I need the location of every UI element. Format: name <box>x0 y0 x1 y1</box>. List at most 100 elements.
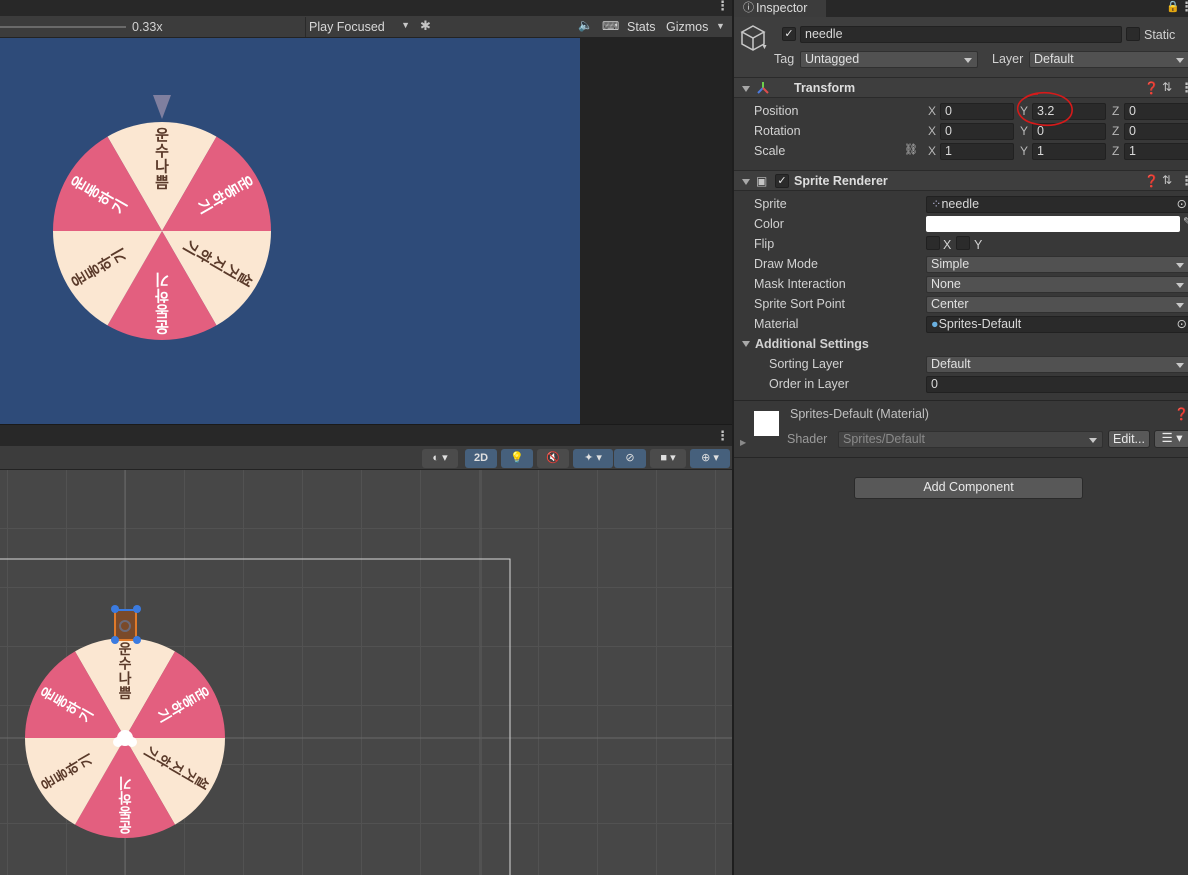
object-picker-icon[interactable]: ⊙ <box>1177 197 1187 212</box>
section-divider <box>734 457 1188 458</box>
scale-z-field[interactable]: 1 <box>1124 143 1188 160</box>
eyedropper-icon[interactable]: ✎ <box>1183 215 1188 228</box>
keyboard-icon[interactable]: ⌨ <box>602 19 619 33</box>
add-component-button[interactable]: Add Component <box>854 477 1083 499</box>
scene-view[interactable]: 운수나쁨운동하기설거지하기운동하기운동하기운동하기 <box>0 470 732 875</box>
fold-arrow-icon <box>742 86 750 92</box>
rotation-x-field[interactable]: 0 <box>940 123 1014 140</box>
static-checkbox[interactable] <box>1126 27 1140 41</box>
section-divider <box>734 400 1188 401</box>
gizmos-scene-button[interactable]: ⊕ ▾ <box>690 449 730 468</box>
mask-interaction-dropdown[interactable]: None <box>926 276 1188 293</box>
material-value: Sprites-Default <box>938 317 1022 331</box>
scale-y-axis[interactable]: Y <box>1020 144 1028 158</box>
scale-x-field[interactable]: 1 <box>940 143 1014 160</box>
flip-label: Flip <box>754 237 775 251</box>
help-icon[interactable]: ❓ <box>1144 174 1159 188</box>
material-fold-icon[interactable]: ▶ <box>740 438 746 447</box>
play-mode-dropdown[interactable]: Play Focused ▼ <box>305 17 413 37</box>
game-view[interactable]: 운수나쁨운동하기설거지하기운동하기운동하기운동하기 <box>0 38 580 424</box>
presets-icon[interactable]: ⇅ <box>1162 80 1172 94</box>
position-z-field[interactable]: 0 <box>1124 103 1188 120</box>
scale-y-field[interactable]: 1 <box>1032 143 1106 160</box>
sprite-value: needle <box>941 197 980 211</box>
mask-interaction-label: Mask Interaction <box>754 277 846 291</box>
draw-mode-button[interactable]: ◐ ▾ <box>422 449 458 468</box>
rotation-x-axis[interactable]: X <box>928 124 936 138</box>
lighting-button[interactable]: 💡 <box>501 449 533 468</box>
additional-settings-label[interactable]: Additional Settings <box>755 337 869 351</box>
scene-panel-menu-icon[interactable]: ⋮ <box>716 429 729 442</box>
color-swatch[interactable] <box>926 216 1180 232</box>
svg-text:나: 나 <box>119 671 132 687</box>
bug-icon[interactable]: ✱ <box>420 18 431 34</box>
game-wheel: 운수나쁨 운동하기설거지하기운동하기운동하기운동하기 <box>53 95 271 340</box>
gizmos-button[interactable]: Gizmos <box>666 20 708 34</box>
additional-settings-fold-icon[interactable] <box>742 341 750 347</box>
svg-text:동: 동 <box>118 803 131 819</box>
scene-panel-header: ⋮ <box>0 424 732 446</box>
component-menu-icon[interactable]: ⋮ <box>1180 174 1188 187</box>
toggle-2d-button[interactable]: 2D <box>465 449 497 468</box>
inspector-tab[interactable]: ⓘ Inspector <box>734 0 826 17</box>
sprite-sort-point-dropdown[interactable]: Center <box>926 296 1188 313</box>
tag-label: Tag <box>774 52 795 66</box>
position-x-field[interactable]: 0 <box>940 103 1014 120</box>
rotation-z-field[interactable]: 0 <box>1124 123 1188 140</box>
object-name-field[interactable]: needle <box>800 26 1122 43</box>
sprite-renderer-enabled-checkbox[interactable]: ✓ <box>775 174 789 188</box>
position-z-axis[interactable]: Z <box>1112 104 1119 118</box>
draw-mode-dropdown[interactable]: Simple <box>926 256 1188 273</box>
position-x-axis[interactable]: X <box>928 104 936 118</box>
tag-dropdown[interactable]: Untagged <box>800 51 978 68</box>
audio-button[interactable]: 🔇 <box>537 449 569 468</box>
flip-y-checkbox[interactable] <box>956 236 970 250</box>
sprite-renderer-header[interactable]: ▣ ✓ Sprite Renderer ❓ ⇅ ⋮ <box>734 170 1188 191</box>
shader-dropdown[interactable]: Sprites/Default <box>838 431 1103 448</box>
fold-arrow-icon <box>742 179 750 185</box>
audio-mute-icon[interactable]: 🔈 <box>578 18 593 32</box>
help-icon[interactable]: ❓ <box>1144 81 1159 95</box>
edit-shader-button[interactable]: Edit... <box>1108 430 1150 448</box>
active-checkbox[interactable]: ✓ <box>782 27 796 41</box>
rotation-z-axis[interactable]: Z <box>1112 124 1119 138</box>
sprite-field[interactable]: ⁘needle ⊙ <box>926 196 1188 213</box>
wheel-segment-label: 운수나쁨 <box>155 126 169 191</box>
inspector-panel: ⓘ Inspector 🔒 ⋮ ▼ ✓ needle Static Tag Un… <box>732 0 1188 875</box>
order-in-layer-label: Order in Layer <box>769 377 849 391</box>
sorting-layer-dropdown[interactable]: Default <box>926 356 1188 373</box>
camera-button[interactable]: ■ ▾ <box>650 449 686 468</box>
layer-dropdown[interactable]: Default <box>1029 51 1188 68</box>
gameobject-header: ▼ ✓ needle Static Tag Untagged Layer Def… <box>734 17 1188 77</box>
material-label: Material <box>754 317 799 331</box>
scale-z-axis[interactable]: Z <box>1112 144 1119 158</box>
sprite-renderer-title: Sprite Renderer <box>794 174 888 188</box>
stats-button[interactable]: Stats <box>627 20 656 34</box>
transform-header[interactable]: Transform ❓ ⇅ ⋮ <box>734 77 1188 98</box>
presets-icon[interactable]: ⇅ <box>1162 173 1172 187</box>
component-menu-icon[interactable]: ⋮ <box>1180 81 1188 94</box>
material-sphere-icon: ● <box>931 317 939 331</box>
lock-icon[interactable]: 🔒 <box>1166 0 1180 13</box>
gizmos-chevron-down-icon[interactable]: ▼ <box>716 21 725 31</box>
scale-x-axis[interactable]: X <box>928 144 936 158</box>
svg-text:운: 운 <box>118 818 131 834</box>
game-panel-menu-icon[interactable]: ⋮ <box>716 0 729 12</box>
flip-x-checkbox[interactable] <box>926 236 940 250</box>
hidden-objects-button[interactable]: ⊘ <box>614 449 646 468</box>
game-view-letterbox <box>580 38 732 424</box>
eye-slash-icon: ⊘ <box>625 452 635 464</box>
lightbulb-icon: 💡 <box>510 452 524 464</box>
object-picker-icon[interactable]: ⊙ <box>1177 317 1187 332</box>
material-title: Sprites-Default (Material) <box>790 407 929 421</box>
help-icon[interactable]: ❓ <box>1174 407 1188 421</box>
scale-slider[interactable] <box>0 26 126 28</box>
shader-options-button[interactable]: ☰ ▾ <box>1154 430 1188 448</box>
constrain-proportions-icon[interactable]: ⛓ <box>904 143 918 156</box>
effects-button[interactable]: ✦ ▾ <box>573 449 613 468</box>
material-field[interactable]: ●Sprites-Default ⊙ <box>926 316 1188 333</box>
icon-dropdown-arrow[interactable]: ▼ <box>761 44 768 51</box>
order-in-layer-field[interactable]: 0 <box>926 376 1188 393</box>
inspector-menu-icon[interactable]: ⋮ <box>1180 0 1188 13</box>
globe-icon: ⊕ ▾ <box>701 452 719 464</box>
